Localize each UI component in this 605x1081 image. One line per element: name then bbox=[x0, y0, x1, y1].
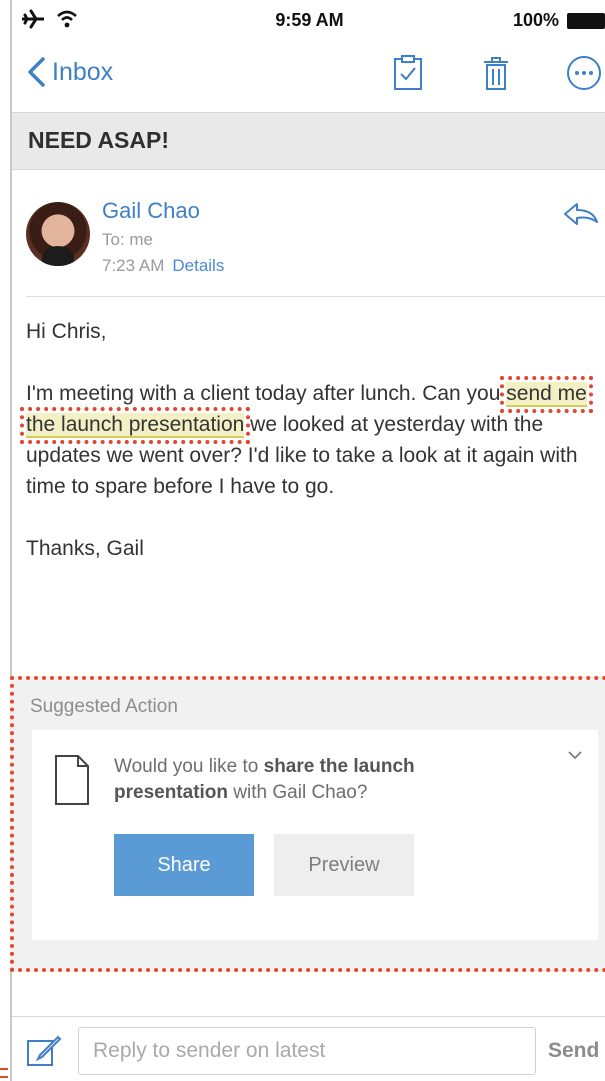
nav-bar: Inbox bbox=[12, 40, 605, 110]
avatar bbox=[26, 202, 90, 266]
compose-icon[interactable] bbox=[26, 1033, 62, 1069]
sender-header: Gail Chao To: me 7:23 AM Details bbox=[12, 186, 605, 296]
reply-icon[interactable] bbox=[561, 200, 601, 228]
divider bbox=[26, 296, 605, 297]
trash-icon[interactable] bbox=[477, 54, 515, 92]
battery-percent: 100% bbox=[512, 10, 559, 30]
sender-name[interactable]: Gail Chao bbox=[102, 198, 200, 224]
email-subject: NEED ASAP! bbox=[12, 112, 605, 170]
status-bar: 9:59 AM 100% bbox=[12, 0, 605, 40]
body-paragraph: I'm meeting with a client today after lu… bbox=[20, 376, 601, 502]
suggestion-text-before: Would you like to bbox=[114, 756, 264, 777]
nav-actions bbox=[389, 54, 603, 92]
preview-button[interactable]: Preview bbox=[274, 834, 414, 896]
share-button[interactable]: Share bbox=[114, 834, 254, 896]
document-icon bbox=[55, 755, 89, 805]
suggestion-card: Would you like to share the launch prese… bbox=[32, 730, 598, 940]
more-icon[interactable] bbox=[565, 54, 603, 92]
back-button[interactable]: Inbox bbox=[26, 56, 113, 88]
recipient-line: To: me bbox=[102, 230, 154, 249]
back-label: Inbox bbox=[52, 57, 114, 86]
battery-icon bbox=[567, 12, 605, 29]
suggestion-text-after: with Gail Chao? bbox=[228, 782, 368, 803]
details-link[interactable]: Details bbox=[172, 256, 224, 275]
suggestion-text: Would you like to share the launch prese… bbox=[114, 754, 514, 806]
timestamp-row: 7:23 AM Details bbox=[102, 256, 224, 276]
body-text-before: I'm meeting with a client today after lu… bbox=[26, 382, 507, 405]
clipboard-check-icon[interactable] bbox=[389, 54, 427, 92]
greeting: Hi Chris, bbox=[26, 320, 107, 343]
email-body: Hi Chris, I'm meeting with a client toda… bbox=[20, 316, 601, 595]
email-time: 7:23 AM bbox=[102, 256, 165, 275]
mail-screen: 9:59 AM 100% Inbox NEED ASAP! Gail Chao … bbox=[10, 0, 605, 1081]
edge-marker bbox=[0, 1068, 8, 1078]
suggested-action-panel: Suggested Action Would you like to share… bbox=[10, 676, 605, 972]
send-button[interactable]: Send bbox=[548, 1039, 599, 1063]
reply-input[interactable] bbox=[78, 1027, 536, 1075]
chevron-left-icon bbox=[28, 57, 45, 87]
suggested-action-label: Suggested Action bbox=[30, 696, 178, 717]
status-right: 100% bbox=[513, 10, 605, 31]
signoff: Thanks, Gail bbox=[26, 537, 144, 560]
chevron-down-icon[interactable] bbox=[566, 748, 584, 762]
reply-bar: Send bbox=[12, 1016, 605, 1081]
